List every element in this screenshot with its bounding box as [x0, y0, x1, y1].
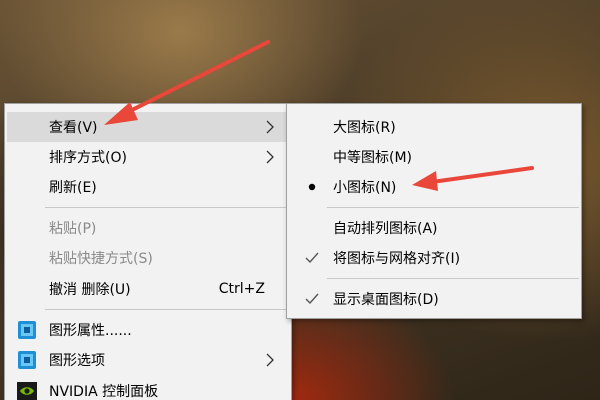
annotation-arrow-icon: [412, 166, 534, 191]
annotation-arrows: [104, 40, 534, 191]
annotation-arrow-icon: [104, 40, 270, 125]
desktop-background: 查看(V) 排序方式(O) 刷新(E) 粘贴(P) 粘贴快捷方式(S) 撤消 删…: [0, 0, 600, 400]
